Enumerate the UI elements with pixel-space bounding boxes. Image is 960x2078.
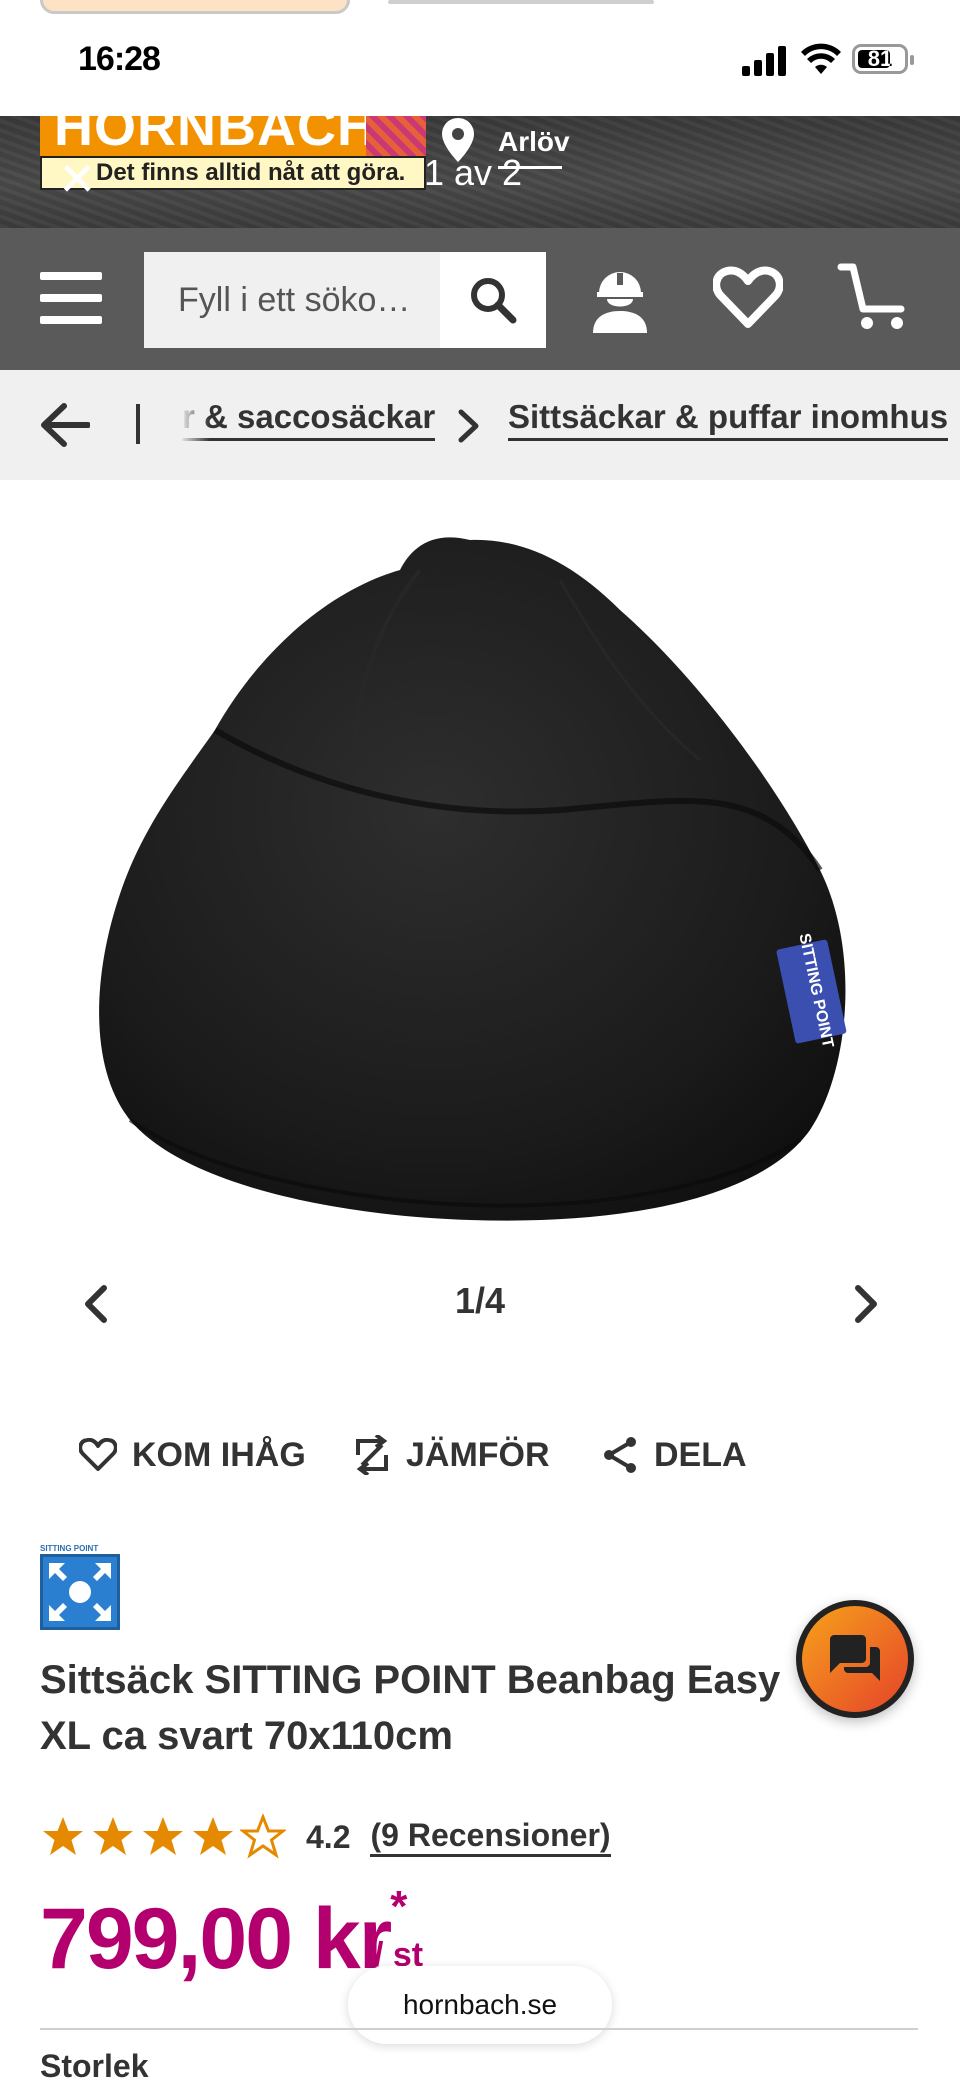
search-button[interactable] — [440, 252, 546, 348]
breadcrumb: r & saccosäckar Sittsäckar & puffar inom… — [0, 370, 960, 480]
star-empty-icon — [240, 1814, 286, 1859]
star-filled-icon — [43, 1817, 83, 1855]
price-asterisk: * — [390, 1882, 407, 1931]
rating-stars — [40, 1814, 290, 1860]
main-navigation: Fyll i ett söko… — [0, 228, 960, 370]
menu-icon[interactable] — [40, 272, 102, 324]
chat-icon — [830, 1635, 880, 1681]
remember-label: KOM IHÅG — [132, 1435, 306, 1474]
cart-icon[interactable] — [834, 258, 914, 338]
product-rating: 4.2 (9 Recensioner) — [40, 1812, 611, 1862]
wifi-icon — [801, 43, 841, 74]
chevron-right-icon — [458, 409, 479, 443]
back-arrow-icon[interactable] — [40, 402, 90, 448]
breadcrumb-item-category[interactable]: r & saccosäckar — [182, 398, 436, 441]
gallery-prev-button[interactable] — [76, 1282, 116, 1326]
size-label: Storlek — [40, 2048, 149, 2078]
previous-tab-peek[interactable] — [40, 0, 350, 14]
account-icon[interactable] — [580, 258, 660, 338]
brand-logo[interactable] — [40, 1554, 120, 1630]
compare-button[interactable]: JÄMFÖR — [352, 1430, 550, 1480]
section-divider — [40, 2028, 918, 2030]
compare-label: JÄMFÖR — [406, 1435, 550, 1474]
browser-url-bar[interactable]: hornbach.se — [348, 1966, 612, 2044]
remember-button[interactable]: KOM IHÅG — [78, 1430, 306, 1480]
compare-icon — [352, 1435, 392, 1475]
search-bar: Fyll i ett söko… — [144, 252, 546, 348]
site-header-banner: HORNBACH Det finns alltid nåt att göra. … — [0, 116, 960, 228]
heart-icon — [78, 1435, 118, 1475]
breadcrumb-item-subcategory[interactable]: Sittsäckar & puffar inomhus — [508, 398, 949, 441]
product-image[interactable]: SITTING POINT — [0, 480, 960, 1280]
product-title: Sittsäck SITTING POINT Beanbag Easy XL c… — [40, 1658, 781, 1758]
gallery-next-button[interactable] — [846, 1282, 886, 1326]
search-icon — [471, 278, 517, 324]
battery-icon: 81 — [852, 44, 914, 74]
share-label: DELA — [654, 1435, 747, 1474]
battery-level: 81 — [867, 46, 893, 71]
reviews-link[interactable]: (9 Recensioner) — [370, 1817, 611, 1857]
price-amount: 799,00 kr — [40, 1891, 392, 1987]
beanbag-image: SITTING POINT — [99, 537, 847, 1221]
brand-caption: SITTING POINT — [40, 1544, 99, 1553]
search-input[interactable]: Fyll i ett söko… — [144, 252, 440, 348]
chat-button[interactable] — [796, 1600, 914, 1718]
close-icon[interactable]: ✕ — [58, 152, 97, 206]
signal-icon — [742, 46, 786, 76]
star-filled-icon — [93, 1817, 133, 1855]
share-icon — [600, 1435, 640, 1475]
overlay-page-counter: 1 av 2 — [424, 152, 523, 193]
logo-wordmark: HORNBACH — [54, 116, 377, 157]
logo-tagline: Det finns alltid nåt att göra. — [40, 156, 426, 190]
breadcrumb-separator — [136, 404, 140, 444]
gallery-counter: 1/4 — [454, 1280, 506, 1321]
star-filled-icon — [143, 1817, 183, 1855]
star-filled-icon — [193, 1817, 233, 1855]
wishlist-icon[interactable] — [708, 258, 788, 338]
status-time: 16:28 — [78, 40, 161, 78]
next-tab-peek[interactable] — [388, 0, 654, 4]
status-bar: 16:28 81 — [0, 0, 960, 116]
product-price: 799,00 kr* — [40, 1882, 407, 1989]
share-button[interactable]: DELA — [600, 1430, 747, 1480]
rating-value: 4.2 — [306, 1818, 351, 1855]
